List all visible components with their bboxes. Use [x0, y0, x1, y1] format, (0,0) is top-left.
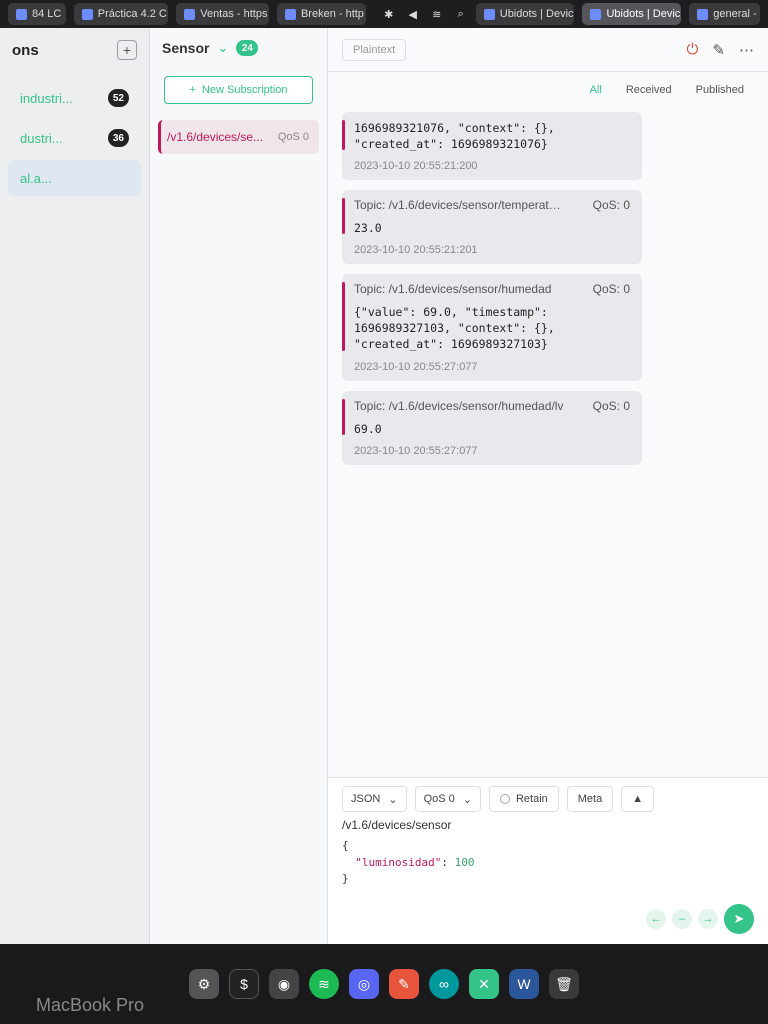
bluetooth-icon[interactable]: ✱: [382, 7, 396, 21]
message-payload: 23.0: [354, 221, 382, 236]
caret-up-icon: ▲: [632, 793, 644, 805]
macos-menu-bar: 84 LC Práctica 4.2 C Ventas - https Brek…: [0, 0, 768, 28]
arduino-icon[interactable]: ∞: [429, 969, 459, 999]
message-payload: 1696989321076, "context": {}, "created_a…: [354, 121, 555, 152]
chevron-down-icon: ⌄: [462, 793, 472, 806]
more-icon[interactable]: ⋯: [739, 41, 754, 59]
trash-icon[interactable]: 🗑: [549, 969, 579, 999]
browser-tab[interactable]: Ventas - https: [176, 3, 269, 25]
meta-button[interactable]: Meta: [566, 786, 614, 812]
dock: ⚙ $ ◉ ≋ ◎ ✎ ∞ ✕ W 🗑 MacBook Pro: [0, 944, 768, 1024]
connection-item[interactable]: industri... 52: [8, 80, 141, 116]
volume-icon[interactable]: ◀: [406, 7, 420, 21]
screenshot-icon[interactable]: ◉: [269, 969, 299, 999]
subscriptions-panel: Sensor ⌄ 24 + New Subscription /v1.6/dev…: [150, 28, 328, 944]
status-icons: ✱ ◀ ≋ ⌕: [382, 7, 468, 21]
favicon-icon: [590, 8, 602, 20]
publish-topic-input[interactable]: /v1.6/devices/sensor: [342, 818, 754, 832]
mqttx-icon[interactable]: ✕: [469, 969, 499, 999]
connection-name: dustri...: [20, 130, 63, 146]
favicon-icon: [483, 8, 495, 20]
word-icon[interactable]: W: [509, 969, 539, 999]
message-topic: Topic: /v1.6/devices/sensor/humedad/lv: [354, 398, 564, 413]
discord-icon[interactable]: ◎: [349, 969, 379, 999]
connections-panel: ons + industri... 52 dustri... 36 al.a..…: [0, 28, 150, 944]
payload-editor[interactable]: { "luminosidad": 100 }: [342, 838, 754, 898]
message-time: 2023-10-10 20:55:21:201: [354, 244, 478, 257]
connection-item-active[interactable]: al.a...: [8, 160, 141, 196]
expand-button[interactable]: ▲: [621, 786, 655, 812]
favicon-icon: [81, 8, 93, 20]
history-clear-icon[interactable]: –: [672, 909, 692, 929]
payload-type-select[interactable]: Plaintext: [342, 38, 407, 61]
message-count-badge: 24: [236, 40, 259, 56]
filter-published[interactable]: Published: [686, 80, 754, 100]
history-back-icon[interactable]: ←: [646, 909, 666, 929]
retain-toggle[interactable]: Retain: [488, 786, 559, 812]
laptop-brand: MacBook Pro: [36, 995, 145, 1015]
plus-icon: +: [189, 84, 196, 96]
browser-tab[interactable]: 84 LC: [8, 3, 66, 25]
connection-title: Sensor: [162, 40, 210, 56]
launchpad-icon[interactable]: ⚙: [189, 969, 219, 999]
message-card: Topic: /v1.6/devices/sensor/temperatura/…: [342, 190, 642, 265]
connection-name: al.a...: [20, 170, 52, 186]
qos-select[interactable]: QoS 0 ⌄: [414, 786, 481, 812]
wifi-icon[interactable]: ≋: [430, 7, 444, 21]
radio-icon: [499, 794, 510, 804]
favicon-icon: [184, 8, 196, 20]
message-card: 1696989321076, "context": {}, "created_a…: [342, 112, 642, 181]
message-payload: {"value": 69.0, "timestamp": 16969893271…: [354, 305, 555, 352]
history-forward-icon[interactable]: →: [698, 909, 718, 929]
chevron-down-icon: ⌄: [388, 793, 398, 806]
browser-tab[interactable]: general -: [689, 3, 760, 25]
message-qos: QoS: 0: [592, 198, 630, 213]
message-topic: Topic: /v1.6/devices/sensor/humedad: [354, 282, 552, 297]
message-time: 2023-10-10 20:55:27:077: [354, 360, 478, 373]
message-qos: QoS: 0: [592, 282, 630, 297]
edit-icon[interactable]: ✎: [712, 41, 725, 59]
search-icon[interactable]: ⌕: [454, 7, 468, 21]
message-time: 2023-10-10 20:55:27:077: [354, 444, 478, 457]
browser-tab[interactable]: Práctica 4.2 C: [73, 3, 169, 25]
message-qos: QoS: 0: [592, 398, 630, 413]
filter-received[interactable]: Received: [616, 80, 682, 100]
publish-panel: JSON ⌄ QoS 0 ⌄ Retain Meta ▲ /v1.6/devices…: [328, 777, 768, 944]
message-topic: Topic: /v1.6/devices/sensor/temperatura/…: [354, 198, 564, 213]
send-button[interactable]: ➤: [724, 904, 754, 934]
connections-title: ons: [12, 41, 39, 59]
favicon-icon: [697, 8, 709, 20]
messages-panel: Plaintext ⏻ ✎ ⋯ All Received Published 1…: [328, 28, 768, 944]
favicon-icon: [16, 8, 27, 20]
new-subscription-button[interactable]: + New Subscription: [164, 76, 313, 104]
add-connection-button[interactable]: +: [117, 40, 137, 60]
disconnect-icon[interactable]: ⏻: [687, 41, 699, 58]
message-card: Topic: /v1.6/devices/sensor/humedad QoS:…: [342, 274, 642, 381]
unread-badge: 36: [107, 129, 129, 147]
message-time: 2023-10-10 20:55:21:200: [354, 160, 478, 173]
terminal-icon[interactable]: $: [229, 969, 259, 999]
draw-icon[interactable]: ✎: [389, 969, 419, 999]
message-payload: 69.0: [354, 421, 382, 436]
message-filter: All Received Published: [328, 72, 768, 108]
browser-tab[interactable]: Breken - http: [276, 3, 366, 25]
connection-name: industri...: [20, 90, 73, 106]
filter-all[interactable]: All: [580, 80, 612, 100]
collapse-icon[interactable]: ⌄: [217, 40, 228, 56]
mqttx-window: ons + industri... 52 dustri... 36 al.a..…: [0, 28, 768, 944]
payload-format-select[interactable]: JSON ⌄: [342, 786, 407, 812]
subscription-qos: QoS 0: [277, 131, 309, 143]
spotify-icon[interactable]: ≋: [309, 969, 339, 999]
browser-tab[interactable]: Ubidots | Devic: [475, 3, 575, 25]
message-list: 1696989321076, "context": {}, "created_a…: [328, 108, 768, 777]
browser-tab-active[interactable]: Ubidots | Devic: [582, 3, 682, 25]
connection-item[interactable]: dustri... 36: [8, 120, 141, 156]
subscription-item[interactable]: /v1.6/devices/se... QoS 0: [158, 120, 319, 154]
subscription-topic: /v1.6/devices/se...: [167, 130, 264, 144]
message-card: Topic: /v1.6/devices/sensor/humedad/lv Q…: [342, 390, 642, 465]
unread-badge: 52: [107, 89, 129, 107]
favicon-icon: [284, 8, 296, 20]
